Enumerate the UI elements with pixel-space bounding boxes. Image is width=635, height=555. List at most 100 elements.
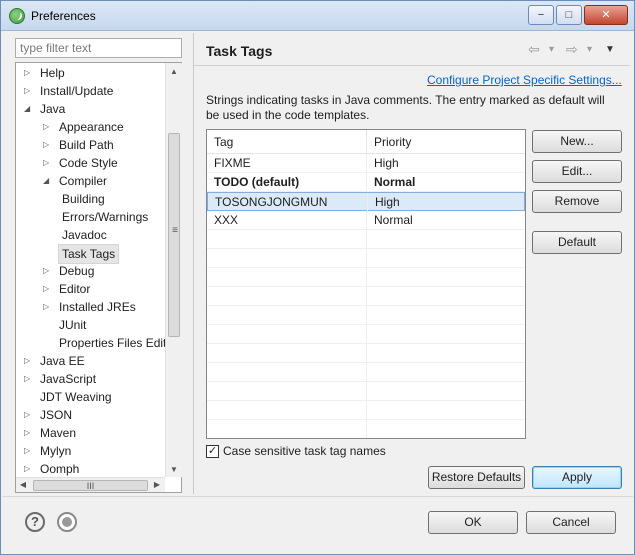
case-sensitive-label[interactable]: Case sensitive task tag names — [223, 444, 386, 458]
column-header-tag[interactable]: Tag — [207, 130, 367, 154]
column-header-priority[interactable]: Priority — [367, 130, 525, 154]
collapsed-arrow-icon[interactable]: ▷ — [43, 154, 52, 172]
tag-cell: XXX — [207, 211, 367, 230]
tree-vertical-scrollbar[interactable]: ▲ ≡ ▼ — [165, 63, 182, 477]
scroll-down-arrow-icon[interactable]: ▼ — [169, 463, 179, 477]
minimize-button[interactable]: − — [528, 5, 554, 25]
priority-cell: Normal — [374, 213, 413, 227]
collapsed-arrow-icon[interactable]: ▷ — [24, 406, 33, 424]
priority-cell — [367, 420, 525, 438]
tag-cell: TODO (default) — [207, 173, 367, 192]
configure-project-settings-link[interactable]: Configure Project Specific Settings... — [427, 73, 622, 87]
ok-button[interactable]: OK — [428, 511, 518, 534]
tree-item-label: Errors/Warnings — [62, 210, 149, 224]
default-button[interactable]: Default — [532, 231, 622, 254]
page-title: Task Tags — [206, 43, 273, 59]
tree-item-label: Debug — [59, 264, 95, 278]
eclipse-app-icon — [9, 8, 25, 24]
remove-button[interactable]: Remove — [532, 190, 622, 213]
tag-cell — [207, 382, 367, 401]
empty-table-row — [207, 344, 525, 363]
record-macro-icon[interactable] — [57, 512, 77, 532]
empty-table-row — [207, 287, 525, 306]
case-sensitive-checkbox[interactable]: ✓ — [206, 445, 219, 458]
title-bar[interactable]: Preferences − □ ✕ — [1, 1, 634, 31]
tree-item-label: Building — [62, 192, 105, 206]
collapsed-arrow-icon[interactable]: ▷ — [24, 82, 33, 100]
vertical-scroll-thumb[interactable]: ≡ — [168, 133, 180, 337]
empty-table-row — [207, 306, 525, 325]
priority-cell — [367, 344, 525, 363]
expanded-arrow-icon[interactable]: ◢ — [43, 172, 52, 190]
tree-item-label: Java EE — [40, 354, 85, 368]
apply-button[interactable]: Apply — [532, 466, 622, 489]
table-row[interactable]: XXX Normal — [207, 211, 525, 230]
edit-button[interactable]: Edit... — [532, 160, 622, 183]
tree-item-label: Install/Update — [40, 84, 114, 98]
collapsed-arrow-icon[interactable]: ▷ — [43, 262, 52, 280]
tree-item-label: JavaScript — [40, 372, 97, 386]
priority-cell — [367, 306, 525, 325]
tree-item-label: Help — [40, 66, 65, 80]
expanded-arrow-icon[interactable]: ◢ — [24, 100, 33, 118]
empty-table-row — [207, 382, 525, 401]
tag-cell — [207, 363, 367, 382]
empty-table-row — [207, 268, 525, 287]
cancel-button[interactable]: Cancel — [526, 511, 616, 534]
empty-table-row — [207, 230, 525, 249]
priority-cell — [367, 249, 525, 268]
scroll-right-arrow-icon[interactable]: ▶ — [152, 478, 162, 492]
empty-table-row — [207, 420, 525, 438]
collapsed-arrow-icon[interactable]: ▷ — [24, 460, 33, 478]
horizontal-scroll-thumb[interactable]: III — [33, 480, 148, 491]
new-button[interactable]: New... — [532, 130, 622, 153]
tree-item-label: JSON — [40, 408, 73, 422]
tree-item-label: JUnit — [59, 318, 87, 332]
tree-item-label: Task Tags — [58, 244, 120, 264]
table-row[interactable]: TODO (default) Normal — [207, 173, 525, 192]
collapsed-arrow-icon[interactable]: ▷ — [24, 370, 33, 388]
forward-arrow-icon[interactable]: ⇨ — [566, 41, 578, 58]
tree-item-label: Installed JREs — [59, 300, 136, 314]
restore-defaults-button[interactable]: Restore Defaults — [428, 466, 525, 489]
collapsed-arrow-icon[interactable]: ▷ — [24, 442, 33, 460]
footer-separator — [2, 496, 633, 497]
collapsed-arrow-icon[interactable]: ▷ — [24, 64, 33, 82]
maximize-button[interactable]: □ — [556, 5, 582, 25]
close-button[interactable]: ✕ — [584, 5, 628, 25]
empty-table-row — [207, 249, 525, 268]
collapsed-arrow-icon[interactable]: ▷ — [43, 136, 52, 154]
tree-item-label: Editor — [59, 282, 91, 296]
scroll-left-arrow-icon[interactable]: ◀ — [18, 478, 28, 492]
collapsed-arrow-icon[interactable]: ▷ — [43, 118, 52, 136]
table-row[interactable]: TOSONGJONGMUN High — [207, 192, 525, 212]
priority-cell — [367, 287, 525, 306]
tree-item-label: Mylyn — [40, 444, 72, 458]
collapsed-arrow-icon[interactable]: ▷ — [24, 352, 33, 370]
forward-menu-icon[interactable]: ▾ — [587, 44, 592, 55]
tree-item-label: Build Path — [59, 138, 114, 152]
priority-cell — [367, 382, 525, 401]
table-row[interactable]: FIXME High — [207, 154, 525, 173]
tag-cell — [207, 306, 367, 325]
collapsed-arrow-icon[interactable]: ▷ — [43, 298, 52, 316]
task-tags-table[interactable]: Tag Priority FIXME High TODO (default) Norm… — [206, 129, 526, 439]
filter-input[interactable] — [15, 38, 182, 58]
back-arrow-icon[interactable]: ⇦ — [528, 41, 540, 58]
tree-horizontal-scrollbar[interactable]: ◀ III ▶ — [16, 477, 165, 492]
tag-cell — [207, 325, 367, 344]
help-icon[interactable]: ? — [25, 512, 45, 532]
tree-item-label: Compiler — [59, 174, 108, 188]
collapsed-arrow-icon[interactable]: ▷ — [24, 424, 33, 442]
tree-item-label: Javadoc — [62, 228, 107, 242]
tag-cell — [207, 344, 367, 363]
priority-cell: Normal — [374, 175, 416, 189]
view-menu-icon[interactable]: ▼ — [605, 44, 615, 55]
scroll-up-arrow-icon[interactable]: ▲ — [169, 65, 179, 79]
back-menu-icon[interactable]: ▾ — [549, 44, 554, 55]
tag-cell — [207, 401, 367, 420]
tree-item-label: Appearance — [59, 120, 124, 134]
tree-item-label: Java — [40, 102, 66, 116]
collapsed-arrow-icon[interactable]: ▷ — [43, 280, 52, 298]
